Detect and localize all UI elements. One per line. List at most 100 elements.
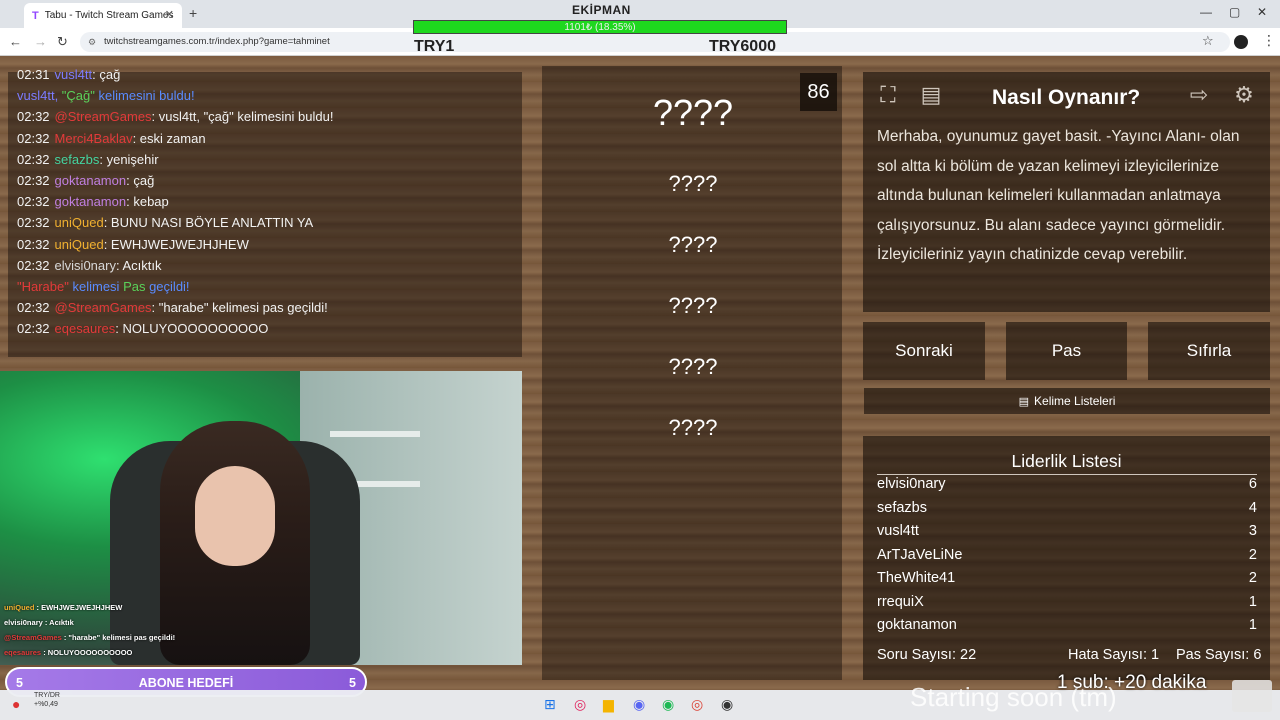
goal-end-label: TRY6000 <box>709 38 776 55</box>
cam-chat-text: : EWHJWEJWEJHJHEW <box>34 603 123 612</box>
sub-goal-label: ABONE HEDEFİ <box>138 676 234 690</box>
cam-chat-username: @StreamGames <box>4 633 62 642</box>
chat-username[interactable]: @StreamGames <box>55 109 152 124</box>
back-icon[interactable]: ← <box>9 34 22 49</box>
fullscreen-icon[interactable]: ⛶ <box>870 78 906 112</box>
cam-chat-username: elvisi0nary <box>4 618 43 627</box>
chat-text: : "harabe" kelimesi pas geçildi! <box>151 300 328 316</box>
chat-username[interactable]: uniQued <box>55 215 104 230</box>
taboo-word: ???? <box>668 415 718 440</box>
cam-chat-text: : "harabe" kelimesi pas geçildi! <box>61 633 176 642</box>
forward-icon[interactable]: → <box>34 34 47 49</box>
leaderboard-name: sefazbs <box>877 499 927 516</box>
chat-username[interactable]: goktanamon <box>55 173 127 188</box>
leaderboard-score: 1 <box>1248 617 1257 633</box>
leaderboard-name: vusl4tt <box>877 523 919 539</box>
notes-icon[interactable]: ▤ <box>913 78 949 112</box>
discord-icon[interactable]: ◉ <box>633 696 645 713</box>
leaderboard-score: 2 <box>1248 570 1257 586</box>
chat-username[interactable]: goktanamon <box>55 194 127 209</box>
bookmark-star-icon[interactable]: ☆ <box>1202 33 1214 49</box>
stock-widget[interactable]: TRY/DR +%0,49 <box>34 691 60 709</box>
cam-chat-text: : Acıktık <box>42 618 74 627</box>
taboo-word: ???? <box>668 171 718 196</box>
word-lists-label: Kelime Listeleri <box>1034 394 1116 408</box>
chat-username[interactable]: elvisi0nary <box>55 258 116 273</box>
file-explorer-icon[interactable]: ▆ <box>603 696 614 713</box>
chat-message: 02:32 Merci4Baklav: eski zaman <box>17 131 206 146</box>
opera-icon[interactable]: ◎ <box>574 696 586 713</box>
close-window-icon[interactable]: ✕ <box>1257 5 1267 19</box>
chat-username[interactable]: sefazbs <box>55 152 100 167</box>
chat-message: 02:32 @StreamGames: vusl4tt, "çağ" kelime… <box>17 109 333 124</box>
list-icon: ▤ <box>1018 396 1030 408</box>
question-count: Soru Sayısı: 22 <box>877 647 977 663</box>
taboo-word: ???? <box>668 354 718 379</box>
chat-timestamp: 02:31 <box>17 67 50 82</box>
url-field[interactable]: ⚙ twitchstreamgames.com.tr/index.php?gam… <box>80 32 1230 52</box>
windows-start-icon[interactable]: ⊞ <box>544 696 556 713</box>
chat-timestamp: 02:32 <box>17 173 50 188</box>
leaderboard-name: TheWhite41 <box>877 570 956 586</box>
profile-avatar-icon[interactable] <box>1234 35 1248 49</box>
leaderboard-row: rrequiX 1 <box>877 594 1257 610</box>
leaderboard-row: sefazbs 4 <box>877 500 1257 516</box>
chat-system-text: kelimesi <box>68 279 124 294</box>
leaderboard-score: 2 <box>1248 546 1257 563</box>
word-lists-button[interactable]: ▤ Kelime Listeleri <box>864 388 1270 414</box>
leaderboard-title: Liderlik Listesi <box>1011 451 1122 471</box>
leaderboard-row: goktanamon 1 <box>877 617 1257 633</box>
chat-username[interactable]: uniQued <box>55 237 104 252</box>
ekipman-progress-text: 1101₺ (18.35%) <box>564 22 636 33</box>
exit-icon[interactable]: ⇨ <box>1181 78 1217 112</box>
browser-menu-icon[interactable]: ⋮ <box>1262 32 1276 49</box>
chat-timestamp: 02:32 <box>17 109 50 125</box>
new-tab-icon[interactable]: + <box>189 5 197 21</box>
chat-username[interactable]: Merci4Baklav <box>55 131 133 146</box>
spotify-icon[interactable]: ◉ <box>662 696 674 713</box>
chat-message: 02:32 eqesaures: NOLUYOOOOOOOOOO <box>17 321 268 336</box>
chat-text: : BUNU NASI BÖYLE ANLATTIN YA <box>103 215 314 231</box>
close-tab-icon[interactable]: ✕ <box>165 8 174 21</box>
chrome-icon[interactable]: ◎ <box>691 696 703 713</box>
chat-text: : yenişehir <box>99 151 159 167</box>
pass-button[interactable]: Pas <box>1006 322 1127 380</box>
chat-text: : çağ <box>92 67 121 82</box>
chat-username[interactable]: vusl4tt, <box>17 88 58 103</box>
chat-system-text: "Çağ" <box>58 88 99 104</box>
chat-message: 02:32 sefazbs: yenişehir <box>17 152 159 167</box>
settings-gear-icon[interactable]: ⚙ <box>1226 78 1262 112</box>
chat-message: 02:32 elvisi0nary: Acıktık <box>17 258 161 273</box>
chat-timestamp: 02:32 <box>17 194 50 210</box>
obs-icon[interactable]: ◉ <box>721 696 733 713</box>
chat-timestamp: 02:32 <box>17 151 50 167</box>
site-info-icon[interactable]: ⚙ <box>88 32 96 52</box>
reset-button[interactable]: Sıfırla <box>1148 322 1270 380</box>
cam-chat-text: : NOLUYOOOOOOOOOO <box>41 648 133 657</box>
weather-icon[interactable]: ● <box>12 696 20 712</box>
cam-chat-message: eqesaures : NOLUYOOOOOOOOOO <box>4 648 132 657</box>
chat-username[interactable]: "Harabe" <box>17 279 69 294</box>
maximize-icon[interactable]: ▢ <box>1229 5 1240 19</box>
leaderboard-name: rrequiX <box>877 593 924 610</box>
tab-title: Tabu - Twitch Stream Games <box>44 10 174 21</box>
chat-username[interactable]: vusl4tt <box>55 67 93 82</box>
reload-icon[interactable]: ↻ <box>57 34 68 50</box>
cam-chat-message: elvisi0nary : Acıktık <box>4 618 74 627</box>
chat-username[interactable]: eqesaures <box>55 321 116 336</box>
chat-username[interactable]: @StreamGames <box>55 300 152 315</box>
cam-chat-username: uniQued <box>4 603 35 612</box>
webcam-feed: uniQued : EWHJWEJWEJHJHEW elvisi0nary : A… <box>0 371 522 665</box>
chat-message: 02:32 @StreamGames: "harabe" kelimesi pas… <box>17 300 328 315</box>
leaderboard-row: ArTJaVeLiNe 2 <box>877 547 1257 563</box>
leaderboard-divider <box>877 474 1257 475</box>
chat-timestamp: 02:32 <box>17 236 50 252</box>
leaderboard-score: 4 <box>1248 499 1257 516</box>
browser-tab[interactable]: T Tabu - Twitch Stream Games ✕ <box>24 3 182 28</box>
minimize-icon[interactable]: — <box>1200 5 1212 19</box>
next-button[interactable]: Sonraki <box>863 322 985 380</box>
how-to-text: Merhaba, oyunumuz gayet basit. -Yayıncı … <box>877 128 1240 263</box>
leaderboard-name: goktanamon <box>877 617 957 633</box>
cam-chat-message: @StreamGames : "harabe" kelimesi pas geç… <box>4 633 175 642</box>
chat-message: 02:31 vusl4tt: çağ <box>17 67 120 82</box>
